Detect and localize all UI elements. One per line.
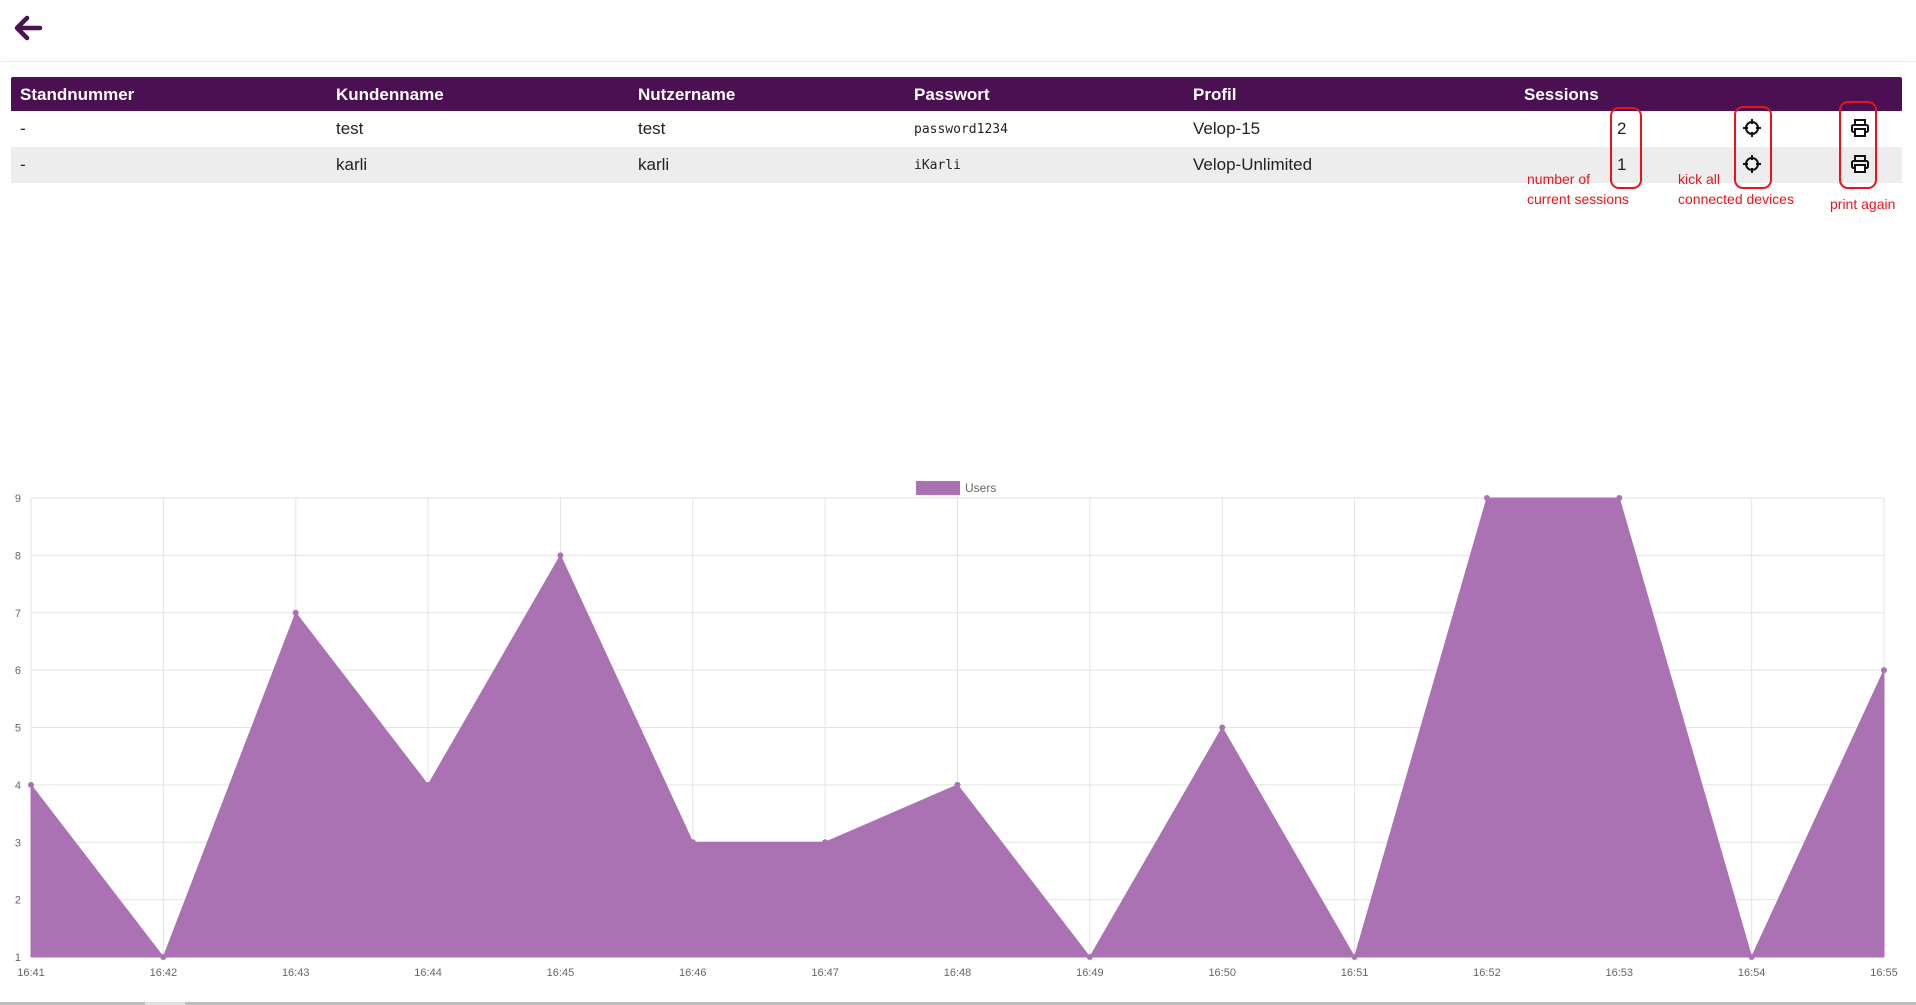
x-tick-label: 16:48 [944, 967, 972, 979]
x-tick-label: 16:43 [282, 967, 310, 979]
arrow-left-icon [14, 15, 43, 41]
users-chart: 1 2 3 4 5 6 7 8 9 16:41 16:42 16:43 16:44 16:45 16:46 1… [0, 470, 1916, 1005]
print-annotation: print again [1830, 196, 1896, 212]
x-tick-label: 16:47 [811, 967, 839, 979]
x-tick-label: 16:42 [150, 967, 178, 979]
data-point [425, 781, 432, 788]
header-nutzername[interactable]: Nutzername [638, 85, 735, 105]
header-passwort[interactable]: Passwort [914, 85, 990, 105]
x-tick-label: 16:54 [1738, 967, 1766, 979]
cell-profil: Velop-15 [1193, 119, 1261, 138]
cell-standnummer: - [20, 119, 26, 138]
data-point [292, 609, 299, 616]
cell-passwort: password1234 [914, 122, 1008, 137]
y-tick-label: 3 [15, 837, 21, 849]
data-point [1881, 667, 1887, 674]
data-point [1483, 495, 1490, 501]
cell-kundenname: karli [336, 155, 368, 174]
data-point [1616, 495, 1623, 501]
y-tick-label: 8 [15, 550, 21, 562]
header-profil[interactable]: Profil [1193, 85, 1236, 105]
data-point [689, 839, 696, 846]
x-tick-label: 16:45 [547, 967, 575, 979]
x-tick-label: 16:55 [1870, 967, 1898, 979]
y-tick-label: 7 [15, 608, 21, 620]
data-point [1748, 954, 1755, 960]
data-point [28, 781, 34, 788]
header-standnummer[interactable]: Standnummer [20, 85, 134, 105]
legend-swatch [916, 481, 960, 495]
x-tick-label: 16:50 [1208, 967, 1236, 979]
y-tick-label: 9 [15, 493, 21, 505]
sessions-annotation: number of current sessions [1527, 171, 1629, 207]
x-tick-label: 16:52 [1473, 967, 1501, 979]
data-point [822, 839, 829, 846]
data-point [1219, 724, 1226, 731]
table-header: Standnummer Kundenname Nutzername Passwo… [11, 77, 1902, 111]
x-tick-label: 16:49 [1076, 967, 1104, 979]
x-tick-label: 16:44 [414, 967, 442, 979]
legend-label: Users [965, 481, 996, 495]
cell-nutzername: test [638, 119, 666, 138]
header-kundenname[interactable]: Kundenname [336, 85, 444, 105]
data-point [557, 552, 564, 559]
x-tick-label: 16:41 [17, 967, 45, 979]
x-tick-label: 16:51 [1341, 967, 1369, 979]
data-point [160, 954, 167, 960]
cell-kundenname: test [336, 119, 364, 138]
cell-passwort: iKarli [914, 158, 961, 173]
back-button[interactable] [11, 11, 45, 45]
y-tick-label: 6 [15, 665, 21, 677]
data-point [1351, 954, 1358, 960]
y-tick-label: 4 [15, 780, 21, 792]
y-tick-label: 5 [15, 723, 21, 735]
x-tick-label: 16:46 [679, 967, 707, 979]
x-tick-label: 16:53 [1606, 967, 1634, 979]
data-point [1086, 954, 1093, 960]
top-bar [0, 0, 1916, 62]
print-highlight [1839, 101, 1877, 189]
users-area-chart: 1 2 3 4 5 6 7 8 9 16:41 16:42 16:43 16:44 16:45 16:46 1… [15, 481, 1898, 979]
cell-nutzername: karli [638, 155, 670, 174]
y-tick-label: 1 [15, 952, 21, 964]
y-tick-label: 2 [15, 895, 21, 907]
cell-profil: Velop-Unlimited [1193, 155, 1313, 174]
kick-annotation: kick all connected devices [1678, 171, 1794, 207]
cell-standnummer: - [20, 155, 26, 174]
header-sessions[interactable]: Sessions [1524, 85, 1599, 105]
data-point [954, 781, 961, 788]
